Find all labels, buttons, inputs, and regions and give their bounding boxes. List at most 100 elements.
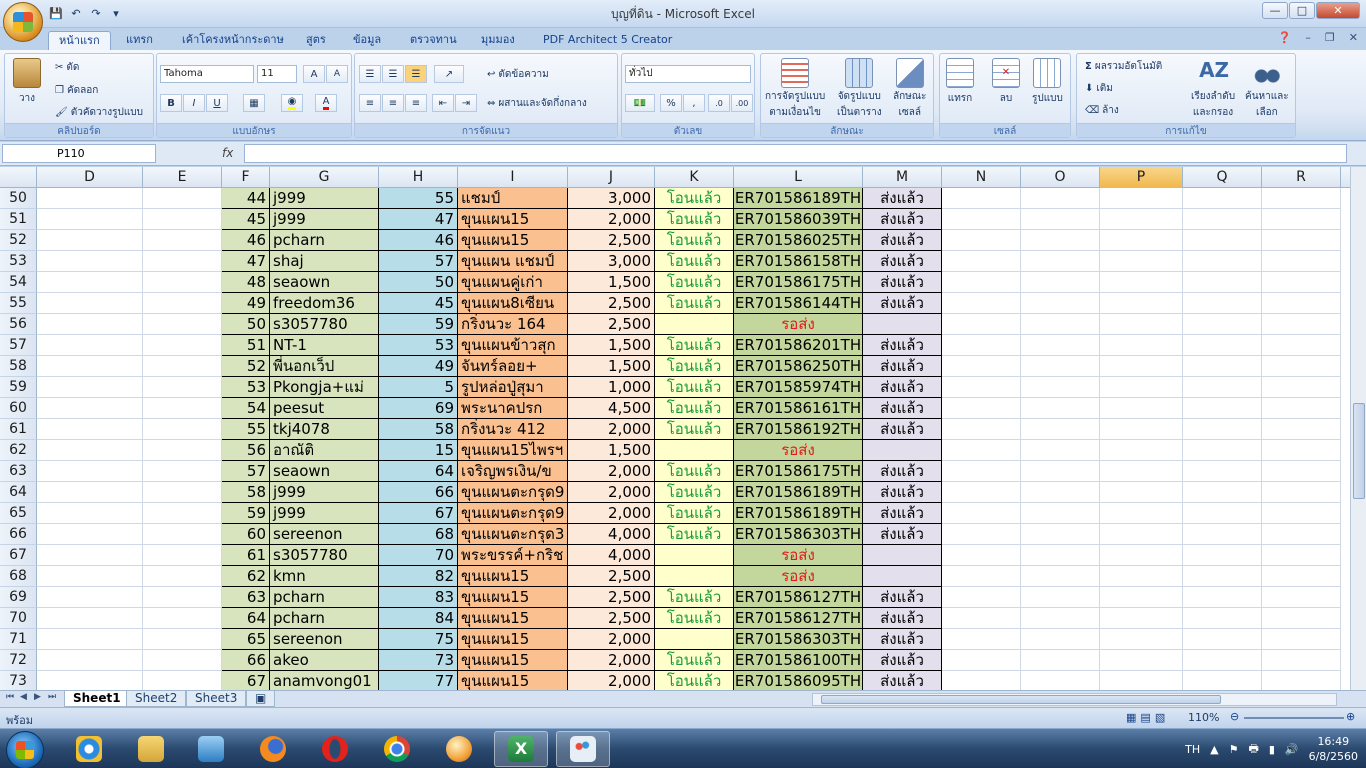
column-header-k[interactable]: K (655, 167, 734, 188)
decrease-decimal-button[interactable]: .00 (731, 94, 753, 112)
cell-m[interactable] (863, 545, 942, 566)
column-header-i[interactable]: I (458, 167, 568, 188)
cell-l[interactable]: ER701586025TH (734, 230, 863, 251)
taskbar-ie[interactable] (62, 731, 116, 767)
cell-q[interactable] (1183, 293, 1262, 314)
cell-g[interactable]: peesut (270, 398, 379, 419)
cell-k[interactable]: โอนแล้ว (655, 335, 734, 356)
sheet-tab-sheet3[interactable]: Sheet3 (186, 691, 247, 707)
cell-l[interactable]: รอส่ง (734, 440, 863, 461)
cell-p[interactable] (1100, 629, 1183, 650)
cell-l[interactable]: ER701586100TH (734, 650, 863, 671)
cell-i[interactable]: เจริญพรเงิน/ข (458, 461, 568, 482)
cell-styles-button[interactable]: ลักษณะ เซลล์ (893, 58, 926, 120)
start-button[interactable] (6, 731, 44, 768)
cell-r[interactable] (1262, 230, 1341, 251)
cell-k[interactable]: โอนแล้ว (655, 524, 734, 545)
format-cells-button[interactable]: รูปแบบ (1032, 58, 1063, 106)
cell-q[interactable] (1183, 671, 1262, 690)
align-center-button[interactable]: ≡ (382, 94, 404, 112)
cell-m[interactable]: ส่งแล้ว (863, 503, 942, 524)
cell-d[interactable] (37, 566, 143, 587)
row-header[interactable]: 50 (0, 188, 37, 209)
cell-g[interactable]: s3057780 (270, 314, 379, 335)
cell-d[interactable] (37, 461, 143, 482)
cell-f[interactable]: 60 (222, 524, 270, 545)
cell-q[interactable] (1183, 314, 1262, 335)
cell-d[interactable] (37, 629, 143, 650)
cell-i[interactable]: ขุนแผน แชมป์ (458, 251, 568, 272)
taskbar-app[interactable] (432, 731, 486, 767)
cell-r[interactable] (1262, 608, 1341, 629)
column-header-f[interactable]: F (222, 167, 270, 188)
cell-l[interactable]: รอส่ง (734, 566, 863, 587)
cell-k[interactable]: โอนแล้ว (655, 419, 734, 440)
row-header[interactable]: 64 (0, 482, 37, 503)
cell-h[interactable]: 47 (379, 209, 458, 230)
cell-n[interactable] (942, 251, 1021, 272)
cell-l[interactable]: ER701586144TH (734, 293, 863, 314)
cell-j[interactable]: 2,000 (568, 461, 655, 482)
row-header[interactable]: 70 (0, 608, 37, 629)
cell-g[interactable]: anamvong01 (270, 671, 379, 690)
cell-i[interactable]: ขุนแผนคู่เก่า (458, 272, 568, 293)
cell-d[interactable] (37, 482, 143, 503)
cell-g[interactable]: sereenon (270, 524, 379, 545)
cell-q[interactable] (1183, 377, 1262, 398)
cell-f[interactable]: 58 (222, 482, 270, 503)
cell-o[interactable] (1021, 314, 1100, 335)
cell-p[interactable] (1100, 230, 1183, 251)
cell-n[interactable] (942, 230, 1021, 251)
column-header-l[interactable]: L (734, 167, 863, 188)
cell-i[interactable]: ขุนแผน15 (458, 650, 568, 671)
cell-g[interactable]: kmn (270, 566, 379, 587)
cell-h[interactable]: 82 (379, 566, 458, 587)
cell-f[interactable]: 64 (222, 608, 270, 629)
cell-g[interactable]: พี่นอกเว็ป (270, 356, 379, 377)
cell-i[interactable]: ขุนแผน15 (458, 629, 568, 650)
cell-l[interactable]: ER701586192TH (734, 419, 863, 440)
shrink-font-button[interactable]: A (326, 65, 348, 83)
taskbar-chrome[interactable] (370, 731, 424, 767)
cell-e[interactable] (143, 650, 222, 671)
column-header-p[interactable]: P (1100, 167, 1183, 188)
cell-j[interactable]: 1,500 (568, 356, 655, 377)
cell-q[interactable] (1183, 608, 1262, 629)
volume-icon[interactable]: 🔊 (1285, 743, 1299, 756)
cell-l[interactable]: ER701586039TH (734, 209, 863, 230)
cell-f[interactable]: 54 (222, 398, 270, 419)
cell-p[interactable] (1100, 377, 1183, 398)
row-header[interactable]: 54 (0, 272, 37, 293)
cell-e[interactable] (143, 482, 222, 503)
name-box[interactable]: P110 (2, 144, 156, 163)
cell-p[interactable] (1100, 356, 1183, 377)
cell-l[interactable]: ER701586095TH (734, 671, 863, 690)
cell-f[interactable]: 56 (222, 440, 270, 461)
wrap-text-button[interactable]: ↩ ตัดข้อความ (487, 67, 549, 82)
cell-k[interactable]: โอนแล้ว (655, 251, 734, 272)
ribbon-restore-icon[interactable]: ❐ (1325, 31, 1335, 44)
row-header[interactable]: 66 (0, 524, 37, 545)
cell-p[interactable] (1100, 209, 1183, 230)
taskbar-paint[interactable] (556, 731, 610, 767)
cell-e[interactable] (143, 503, 222, 524)
cell-k[interactable]: โอนแล้ว (655, 188, 734, 209)
insert-function-button[interactable]: fx (222, 146, 233, 160)
cell-f[interactable]: 45 (222, 209, 270, 230)
increase-indent-button[interactable]: ⇥ (455, 94, 477, 112)
cell-o[interactable] (1021, 482, 1100, 503)
cell-e[interactable] (143, 314, 222, 335)
row-header[interactable]: 71 (0, 629, 37, 650)
cell-m[interactable]: ส่งแล้ว (863, 524, 942, 545)
cell-p[interactable] (1100, 293, 1183, 314)
taskbar-media-player[interactable] (184, 731, 238, 767)
delete-cells-button[interactable]: ✕ ลบ (992, 58, 1020, 106)
cell-d[interactable] (37, 251, 143, 272)
cell-d[interactable] (37, 503, 143, 524)
cell-p[interactable] (1100, 335, 1183, 356)
cell-n[interactable] (942, 629, 1021, 650)
cell-e[interactable] (143, 272, 222, 293)
cell-o[interactable] (1021, 398, 1100, 419)
grow-font-button[interactable]: A (303, 65, 325, 83)
cell-o[interactable] (1021, 419, 1100, 440)
